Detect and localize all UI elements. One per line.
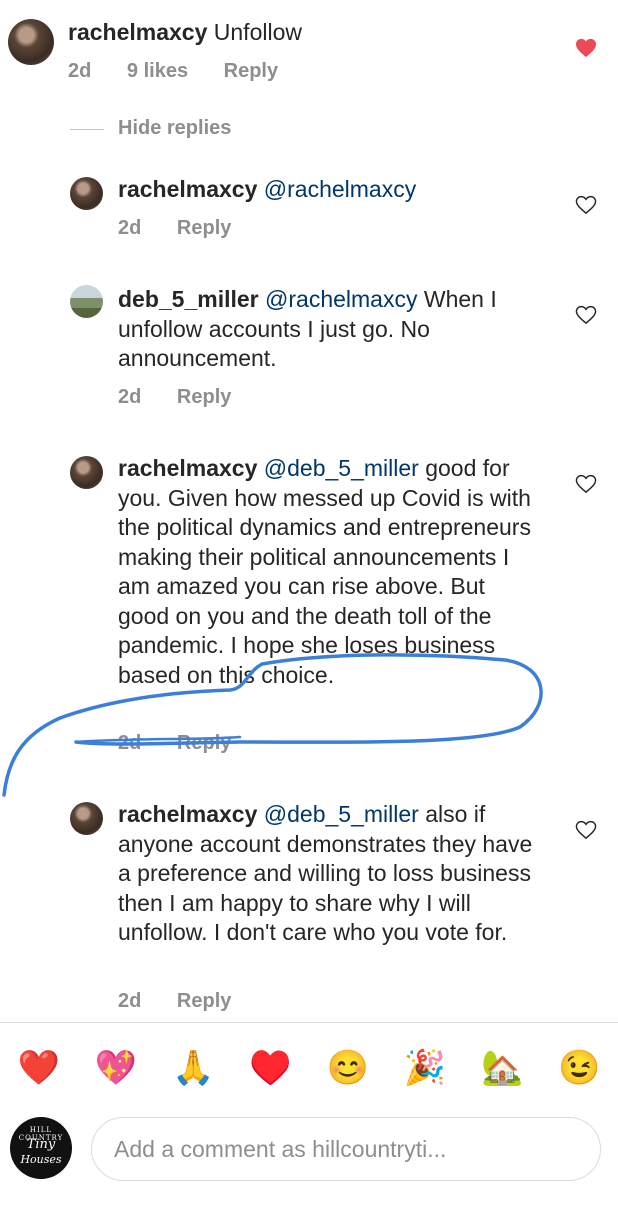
avatar[interactable] [70,802,103,835]
house-emoji-icon[interactable]: 🏡 [476,1048,528,1088]
reply-button[interactable]: Reply [177,217,231,239]
reply-mention[interactable]: @deb_5_miller [264,801,419,827]
reply-username[interactable]: rachelmaxcy [118,455,257,481]
replies-divider-line [70,129,104,130]
sparkling-heart-emoji-icon[interactable]: 💖 [90,1048,142,1088]
reply-time: 2d [118,386,142,408]
logo-line: Houses [20,1153,62,1166]
reply-button[interactable]: Reply [177,386,231,408]
reply-time: 2d [118,990,142,1012]
hide-replies-button[interactable]: Hide replies [118,117,231,140]
reply-text: good for you. Given how messed up Covid … [118,455,531,688]
reply-button[interactable]: Reply [224,60,278,82]
comment-username[interactable]: rachelmaxcy [68,19,207,45]
reply-username[interactable]: rachelmaxcy [118,176,257,202]
smiling-face-emoji-icon[interactable]: 😊 [322,1048,374,1088]
reply-meta: 2d Reply [118,217,261,240]
heart-suit-emoji-icon[interactable]: ♥️ [244,1048,296,1088]
reply-username[interactable]: deb_5_miller [118,286,259,312]
emoji-quick-bar: ❤️ 💖 🙏 ♥️ 😊 🎉 🏡 😉 [0,1042,618,1094]
reply-mention[interactable]: @rachelmaxcy [264,176,416,202]
comment-body: rachelmaxcy Unfollow [68,18,538,48]
avatar[interactable] [70,177,103,210]
logo-line: Tiny [26,1137,56,1152]
folded-hands-emoji-icon[interactable]: 🙏 [167,1048,219,1088]
reply-meta: 2d Reply [118,732,261,755]
avatar[interactable] [70,456,103,489]
heart-outline-icon[interactable] [575,305,597,325]
reply-meta: 2d Reply [118,386,261,409]
account-avatar-logo[interactable]: HILL COUNTRY Tiny Houses [10,1117,72,1179]
heart-outline-icon[interactable] [575,195,597,215]
reply-body: deb_5_miller @rachelmaxcy When I unfollo… [118,285,538,374]
reply-button[interactable]: Reply [177,990,231,1012]
avatar[interactable] [70,285,103,318]
reply-button[interactable]: Reply [177,732,231,754]
reply-time: 2d [118,217,142,239]
reply-time: 2d [118,732,142,754]
reply-body: rachelmaxcy @deb_5_miller good for you. … [118,454,538,690]
heart-outline-icon[interactable] [575,820,597,840]
avatar[interactable] [8,19,54,65]
reply-username[interactable]: rachelmaxcy [118,801,257,827]
comment-meta: 2d 9 likes Reply [68,60,308,83]
reply-mention[interactable]: @rachelmaxcy [265,286,417,312]
heart-outline-icon[interactable] [575,474,597,494]
reply-body: rachelmaxcy @deb_5_miller also if anyone… [118,800,538,948]
red-heart-emoji-icon[interactable]: ❤️ [13,1048,65,1088]
likes-count[interactable]: 9 likes [127,60,188,82]
heart-filled-icon[interactable] [575,38,597,58]
reply-mention[interactable]: @deb_5_miller [264,455,419,481]
party-popper-emoji-icon[interactable]: 🎉 [399,1048,451,1088]
section-divider [0,1022,618,1023]
winking-face-emoji-icon[interactable]: 😉 [553,1048,605,1088]
comment-input[interactable] [112,1118,596,1180]
comment-input-box[interactable] [91,1117,601,1181]
reply-meta: 2d Reply [118,990,261,1013]
comment-text: Unfollow [213,19,302,45]
reply-body: rachelmaxcy @rachelmaxcy [118,175,538,205]
comment-time: 2d [68,60,92,82]
